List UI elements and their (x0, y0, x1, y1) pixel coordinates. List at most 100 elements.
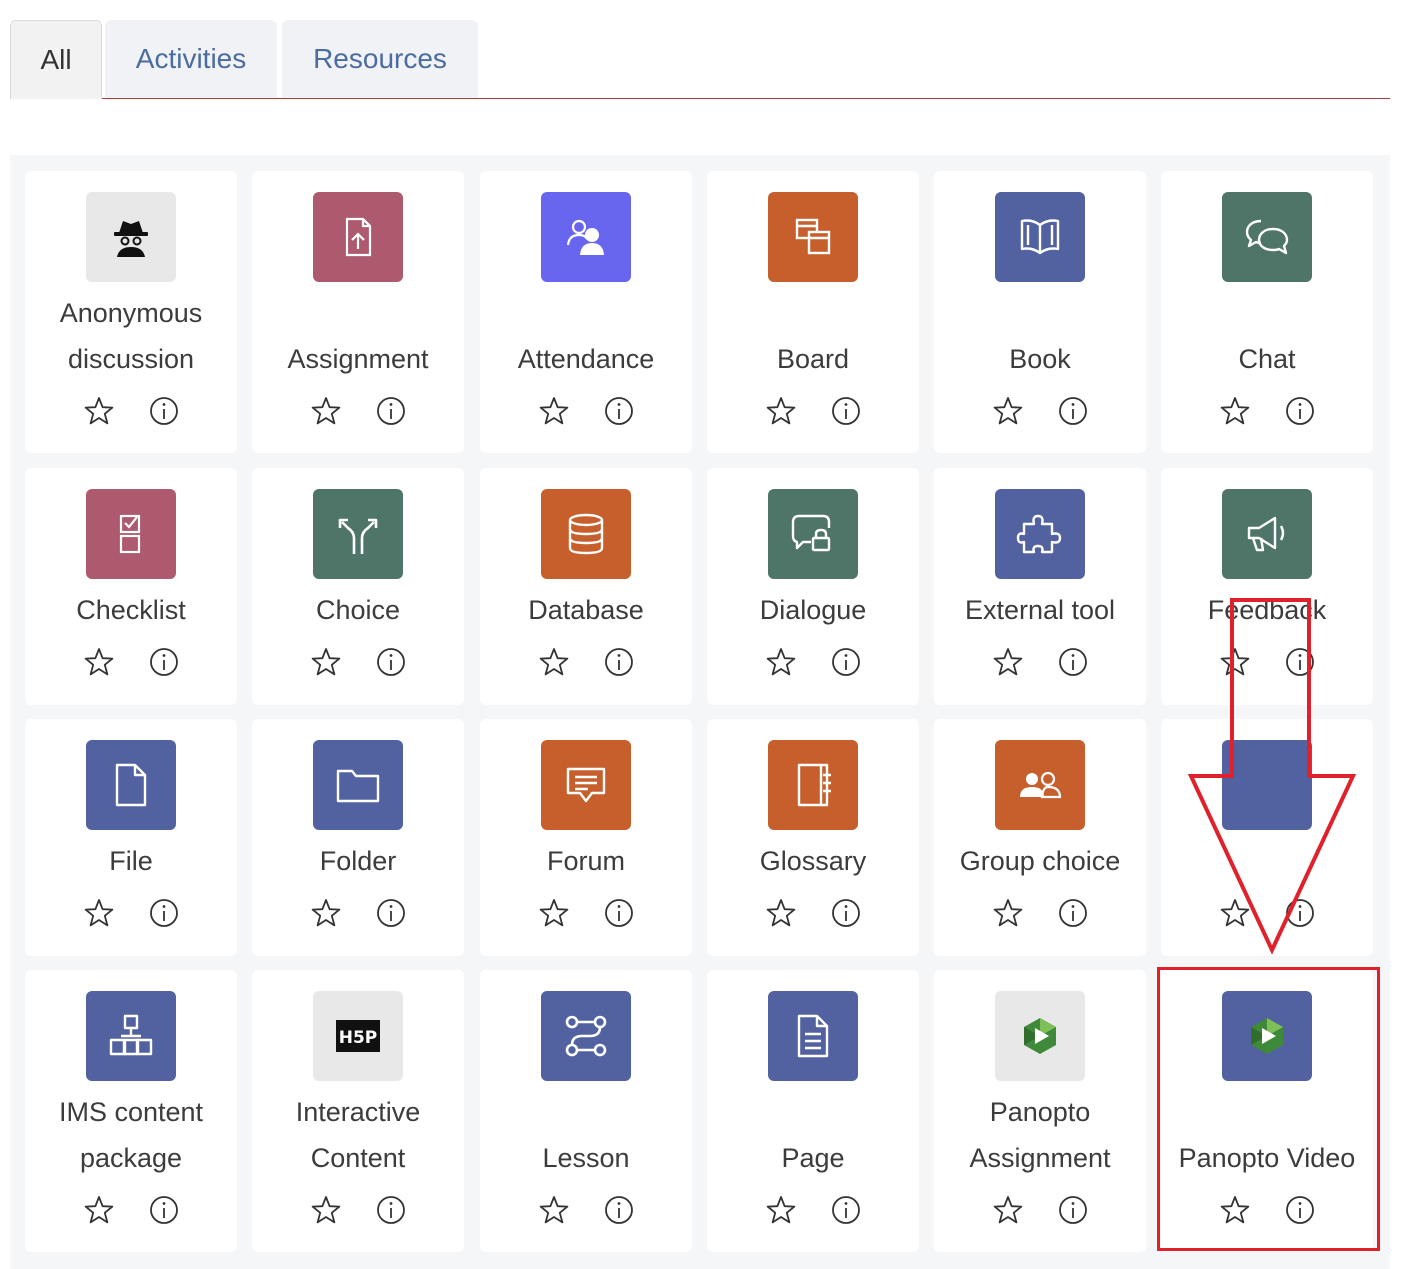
module-card[interactable]: Choice (252, 468, 464, 705)
module-name-line1: Anonymous (59, 298, 203, 328)
info-icon[interactable] (830, 395, 862, 427)
info-icon[interactable] (148, 395, 180, 427)
module-card[interactable]: IMS content package (25, 970, 237, 1252)
star-icon[interactable] (310, 897, 342, 929)
star-icon[interactable] (992, 1194, 1024, 1226)
module-name-line1: IMS content (58, 1097, 204, 1127)
info-icon[interactable] (830, 646, 862, 678)
choice-fork-icon (313, 489, 403, 579)
module-name-line2: Assignment (969, 1143, 1111, 1173)
info-icon[interactable] (375, 646, 407, 678)
star-icon[interactable] (992, 395, 1024, 427)
forum-icon (541, 740, 631, 830)
star-icon[interactable] (310, 1194, 342, 1226)
info-icon[interactable] (375, 395, 407, 427)
checklist-icon (86, 489, 176, 579)
module-name-line2: Assignment (287, 344, 429, 374)
info-icon[interactable] (375, 1194, 407, 1226)
info-icon[interactable] (148, 646, 180, 678)
module-card[interactable]: Dialogue (707, 468, 919, 705)
star-icon[interactable] (765, 897, 797, 929)
star-icon[interactable] (992, 646, 1024, 678)
tab-all[interactable]: All (10, 20, 102, 99)
assignment-upload-icon (313, 192, 403, 282)
module-name: External tool (964, 595, 1116, 625)
module-card[interactable]: Anonymous discussion (25, 171, 237, 453)
info-icon[interactable] (603, 1194, 635, 1226)
module-card[interactable]: File (25, 719, 237, 956)
info-icon[interactable] (603, 395, 635, 427)
module-name: Forum (546, 846, 625, 876)
star-icon[interactable] (765, 1194, 797, 1226)
star-icon[interactable] (83, 897, 115, 929)
info-icon[interactable] (375, 897, 407, 929)
info-icon[interactable] (1284, 395, 1316, 427)
star-icon[interactable] (992, 897, 1024, 929)
star-icon[interactable] (765, 395, 797, 427)
star-icon[interactable] (538, 1194, 570, 1226)
module-card[interactable]: Board (707, 171, 919, 453)
star-icon[interactable] (538, 897, 570, 929)
info-icon[interactable] (830, 897, 862, 929)
module-card[interactable]: Chat (1161, 171, 1373, 453)
module-name: Group choice (959, 846, 1121, 876)
glossary-icon (768, 740, 858, 830)
tab-resources[interactable]: Resources (282, 20, 478, 98)
ims-package-icon (86, 991, 176, 1081)
star-icon[interactable] (310, 395, 342, 427)
file-icon (86, 740, 176, 830)
highlight-box (1157, 967, 1380, 1251)
anonymous-spy-icon (86, 192, 176, 282)
module-name: Database (528, 595, 644, 625)
star-icon[interactable] (538, 395, 570, 427)
module-card[interactable]: Assignment (252, 171, 464, 453)
module-card[interactable]: Page (707, 970, 919, 1252)
module-name-line2: Board (776, 344, 850, 374)
module-card[interactable]: External tool (934, 468, 1146, 705)
module-card[interactable]: Checklist (25, 468, 237, 705)
module-name-line2: Attendance (517, 344, 655, 374)
module-card[interactable]: H5P Interactive Content (252, 970, 464, 1252)
module-card[interactable]: Lesson (480, 970, 692, 1252)
database-icon (541, 489, 631, 579)
star-icon[interactable] (538, 646, 570, 678)
star-icon[interactable] (83, 646, 115, 678)
module-name: File (109, 846, 153, 876)
info-icon[interactable] (1057, 1194, 1089, 1226)
panopto-icon (995, 991, 1085, 1081)
module-card[interactable]: Panopto Assignment (934, 970, 1146, 1252)
star-icon[interactable] (310, 646, 342, 678)
book-icon (995, 192, 1085, 282)
star-icon[interactable] (83, 1194, 115, 1226)
dialogue-lock-icon (768, 489, 858, 579)
module-card[interactable]: Glossary (707, 719, 919, 956)
module-name-line2: Page (781, 1143, 845, 1173)
folder-icon (313, 740, 403, 830)
info-icon[interactable] (1057, 646, 1089, 678)
svg-text:H5P: H5P (339, 1028, 378, 1048)
module-card[interactable]: Folder (252, 719, 464, 956)
module-card[interactable]: Database (480, 468, 692, 705)
board-icon (768, 192, 858, 282)
module-card[interactable]: Attendance (480, 171, 692, 453)
tab-activities[interactable]: Activities (105, 20, 277, 98)
module-card[interactable]: Group choice (934, 719, 1146, 956)
info-icon[interactable] (603, 646, 635, 678)
info-icon[interactable] (830, 1194, 862, 1226)
info-icon[interactable] (148, 1194, 180, 1226)
module-name-line2: Chat (1238, 344, 1296, 374)
group-choice-icon (995, 740, 1085, 830)
star-icon[interactable] (765, 646, 797, 678)
module-name-line2: Lesson (542, 1143, 630, 1173)
page-icon (768, 991, 858, 1081)
star-icon[interactable] (1219, 395, 1251, 427)
module-card[interactable]: Forum (480, 719, 692, 956)
info-icon[interactable] (148, 897, 180, 929)
puzzle-icon (995, 489, 1085, 579)
star-icon[interactable] (83, 395, 115, 427)
module-name-line2: Content (310, 1143, 406, 1173)
info-icon[interactable] (1057, 395, 1089, 427)
module-card[interactable]: Book (934, 171, 1146, 453)
info-icon[interactable] (1057, 897, 1089, 929)
info-icon[interactable] (603, 897, 635, 929)
